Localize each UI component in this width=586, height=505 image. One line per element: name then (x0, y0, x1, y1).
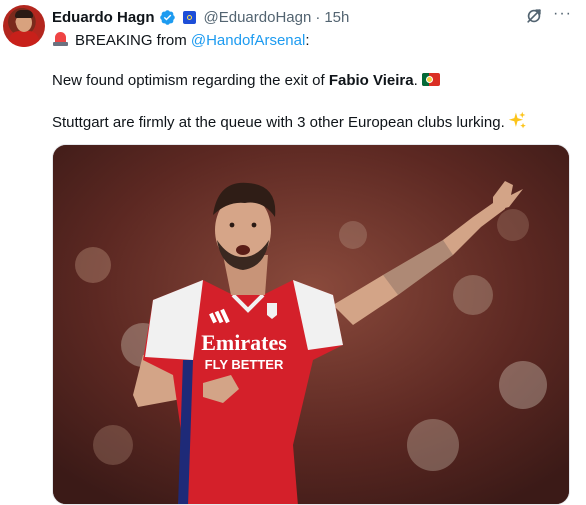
breaking-prefix: BREAKING from (75, 32, 187, 49)
player-name: Fabio Vieira (328, 72, 414, 89)
tweet-timestamp[interactable]: 15h (324, 9, 349, 26)
line2-suffix: . (413, 72, 418, 89)
tweet-text-line-3: Stuttgart are firmly at the queue with 3… (52, 111, 527, 133)
shirt-sponsor-line-2: FLY BETTER (205, 357, 284, 372)
line3-text: Stuttgart are firmly at the queue with 3… (52, 114, 505, 131)
more-options-icon[interactable]: ··· (553, 6, 571, 23)
tweet-text-line-2: New found optimism regarding the exit of… (52, 71, 440, 91)
separator-dot: · (315, 8, 321, 26)
siren-emoji (52, 31, 69, 47)
tweet-photo[interactable]: Emirates FLY BETTER (52, 144, 570, 505)
author-display-name[interactable]: Eduardo Hagn (52, 9, 155, 26)
tweet-header: Eduardo Hagn @EduardoHagn · 15h (52, 6, 349, 28)
tweet-card[interactable]: Eduardo Hagn @EduardoHagn · 15h ··· BREA… (0, 0, 586, 505)
line2-prefix: New found optimism regarding the exit of (52, 72, 325, 89)
player-photo: Emirates FLY BETTER (53, 145, 569, 504)
author-avatar[interactable] (3, 5, 45, 47)
line1-suffix: : (305, 32, 310, 49)
author-handle[interactable]: @EduardoHagn (204, 9, 312, 26)
tweet-text-line-1: BREAKING from @HandofArsenal: (52, 31, 310, 51)
affiliation-badge-icon (182, 10, 196, 24)
verified-badge-icon (159, 9, 175, 25)
sparkles-emoji (508, 111, 526, 129)
portugal-flag-emoji (421, 73, 440, 86)
shirt-sponsor-line-1: Emirates (201, 330, 287, 355)
mention-link[interactable]: @HandofArsenal (191, 32, 305, 49)
grok-icon[interactable] (524, 6, 544, 26)
